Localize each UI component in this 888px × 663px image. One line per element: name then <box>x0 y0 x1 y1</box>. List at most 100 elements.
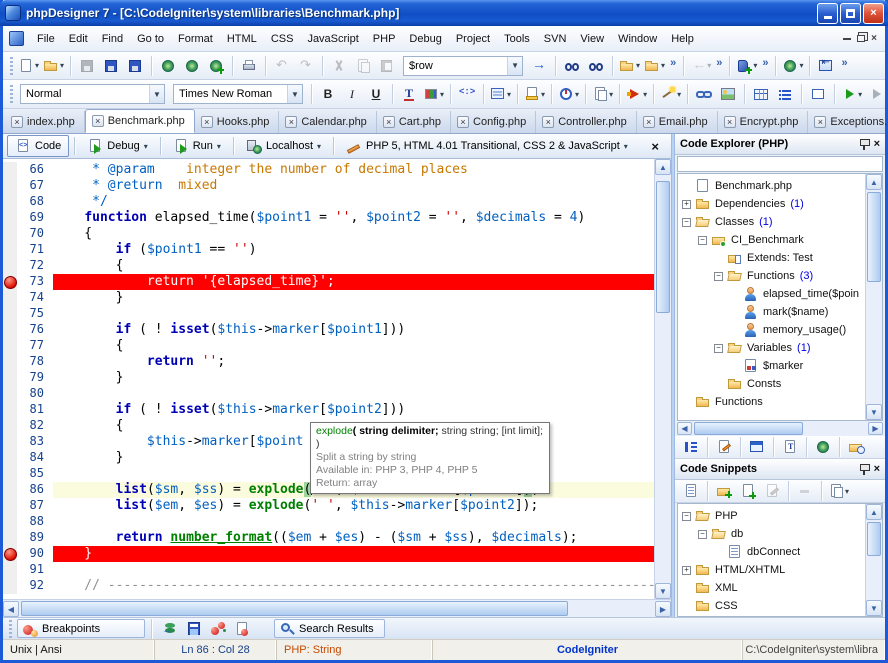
flame-button[interactable]: ▾ <box>625 83 648 105</box>
tree-item-variables[interactable]: −Variables(1) <box>678 339 865 357</box>
rungray-button[interactable] <box>865 83 887 105</box>
scroll-up-icon[interactable]: ▲ <box>655 159 671 175</box>
code-line-91[interactable]: 91 <box>3 562 654 578</box>
tree-item-css[interactable]: CSS <box>678 597 865 615</box>
font-combo[interactable]: Times New Roman ▼ <box>173 84 303 104</box>
code-line-80[interactable]: 80 <box>3 386 654 402</box>
tab-cart-php[interactable]: ×Cart.php <box>377 111 451 133</box>
menu-item-view[interactable]: View <box>573 29 611 49</box>
close-tab-icon[interactable]: × <box>11 116 23 128</box>
xedit-button[interactable] <box>713 437 735 457</box>
menu-item-tools[interactable]: Tools <box>497 29 537 49</box>
tree-item-consts[interactable]: Consts <box>678 375 865 393</box>
maximize-button[interactable] <box>840 3 861 24</box>
tree-item-functions[interactable]: Functions <box>678 393 865 411</box>
tab-hooks-php[interactable]: ×Hooks.php <box>195 111 280 133</box>
close-tab-icon[interactable]: × <box>814 116 826 128</box>
scroll-down-icon[interactable]: ▼ <box>866 404 882 420</box>
code-line-69[interactable]: 69 function elapsed_time($point1 = '', $… <box>3 210 654 226</box>
search-results-button[interactable]: Search Results <box>274 619 385 638</box>
form-button[interactable]: ▾ <box>489 83 512 105</box>
explorer-horizontal-scrollbar[interactable]: ◀ ▶ <box>677 421 883 436</box>
goto-button[interactable] <box>528 55 550 77</box>
tree-item-db[interactable]: −db <box>678 525 865 543</box>
code-line-72[interactable]: 72 { <box>3 258 654 274</box>
sedit-button[interactable] <box>761 481 783 501</box>
scroll-right-icon[interactable]: ▶ <box>868 422 883 435</box>
mdi-close-icon[interactable]: × <box>871 33 877 44</box>
editor-close-icon[interactable]: × <box>643 139 667 154</box>
menu-item-css[interactable]: CSS <box>264 29 301 49</box>
findprev-button[interactable] <box>561 55 583 77</box>
scroll-left-icon[interactable]: ◀ <box>3 601 19 617</box>
pin-icon[interactable] <box>858 463 870 475</box>
image-button[interactable] <box>717 83 739 105</box>
close-tab-icon[interactable]: × <box>542 116 554 128</box>
pubfold-button[interactable]: ▾ <box>643 55 666 77</box>
collapse-icon[interactable]: − <box>714 344 723 353</box>
mdi-restore-icon[interactable] <box>857 35 865 42</box>
code-line-77[interactable]: 77 { <box>3 338 654 354</box>
tab-calendar-php[interactable]: ×Calendar.php <box>279 111 376 133</box>
code-line-73[interactable]: 73 return '{elapsed_time}'; <box>3 274 654 290</box>
fontT-button[interactable] <box>398 83 420 105</box>
sfoldadd-button[interactable] <box>713 481 735 501</box>
wand-button[interactable]: ▾ <box>659 83 682 105</box>
collapse-icon[interactable]: − <box>714 272 723 281</box>
tree-item-xml[interactable]: XML <box>678 579 865 597</box>
menu-item-format[interactable]: Format <box>171 29 220 49</box>
cut-button[interactable] <box>328 55 350 77</box>
xdoc-button[interactable] <box>779 437 801 457</box>
saveas-button[interactable] <box>100 55 122 77</box>
close-tab-icon[interactable]: × <box>724 116 736 128</box>
run-button[interactable]: Run▾ <box>166 136 228 156</box>
saveall-button[interactable] <box>124 55 146 77</box>
close-tab-icon[interactable]: × <box>643 116 655 128</box>
editor-vertical-scrollbar[interactable]: ▲ ▼ <box>654 159 671 599</box>
code-line-67[interactable]: 67 * @return mixed <box>3 178 654 194</box>
webopen-button[interactable] <box>157 55 179 77</box>
code-line-81[interactable]: 81 if ( ! isset($this->marker[$point2])) <box>3 402 654 418</box>
scroll-down-icon[interactable]: ▼ <box>866 600 882 616</box>
italic-button[interactable]: I <box>341 83 363 105</box>
menu-item-window[interactable]: Window <box>611 29 664 49</box>
close-tab-icon[interactable]: × <box>457 116 469 128</box>
code-line-90[interactable]: 90 } <box>3 546 654 562</box>
link-button[interactable] <box>693 83 715 105</box>
undo-button[interactable] <box>271 55 293 77</box>
scrollbar-thumb[interactable] <box>867 522 881 556</box>
tree-item-elapsed-time-poin[interactable]: elapsed_time($poin <box>678 285 865 303</box>
scrollbar-track[interactable] <box>19 600 655 617</box>
tree-item-extends-test[interactable]: Extends: Test <box>678 249 865 267</box>
close-tab-icon[interactable]: × <box>383 116 395 128</box>
code-line-87[interactable]: 87 list($em, $es) = explode(' ', $this->… <box>3 498 654 514</box>
style-combo[interactable]: Normal ▼ <box>20 84 165 104</box>
print-button[interactable] <box>238 55 260 77</box>
findnext-button[interactable] <box>585 55 607 77</box>
code-line-88[interactable]: 88 <box>3 514 654 530</box>
tree-item-mark-name[interactable]: mark($name) <box>678 303 865 321</box>
localhost-button[interactable]: Localhost▾ <box>239 136 328 156</box>
new-button[interactable]: ▾ <box>17 55 40 77</box>
menu-item-help[interactable]: Help <box>664 29 701 49</box>
breakpoints-button[interactable]: Breakpoints <box>17 619 145 638</box>
tree-item-html-xhtml[interactable]: +HTML/XHTML <box>678 561 865 579</box>
close-icon[interactable]: × <box>874 463 880 475</box>
chevron-down-icon[interactable]: ▼ <box>149 85 164 103</box>
close-tab-icon[interactable]: × <box>92 115 104 127</box>
scrollbar-track[interactable] <box>655 175 671 583</box>
bbugs-button[interactable] <box>207 618 229 640</box>
table-button[interactable] <box>750 83 772 105</box>
toolbar-overflow-button[interactable]: » <box>670 55 676 69</box>
tab-email-php[interactable]: ×Email.php <box>637 111 718 133</box>
scrollbar-track[interactable] <box>692 421 868 436</box>
toolbar-overflow-button[interactable]: » <box>762 55 768 69</box>
paste-button[interactable] <box>376 55 398 77</box>
scrollbar-track[interactable] <box>866 190 882 404</box>
tree-item-php[interactable]: −PHP <box>678 507 865 525</box>
bbugdoc-button[interactable] <box>231 618 253 640</box>
world-button[interactable]: ▾ <box>781 55 804 77</box>
toolbar-overflow-button[interactable]: » <box>841 55 847 69</box>
tree-item-benchmark-php[interactable]: Benchmark.php <box>678 177 865 195</box>
scopy-button[interactable]: ▾ <box>827 481 850 501</box>
